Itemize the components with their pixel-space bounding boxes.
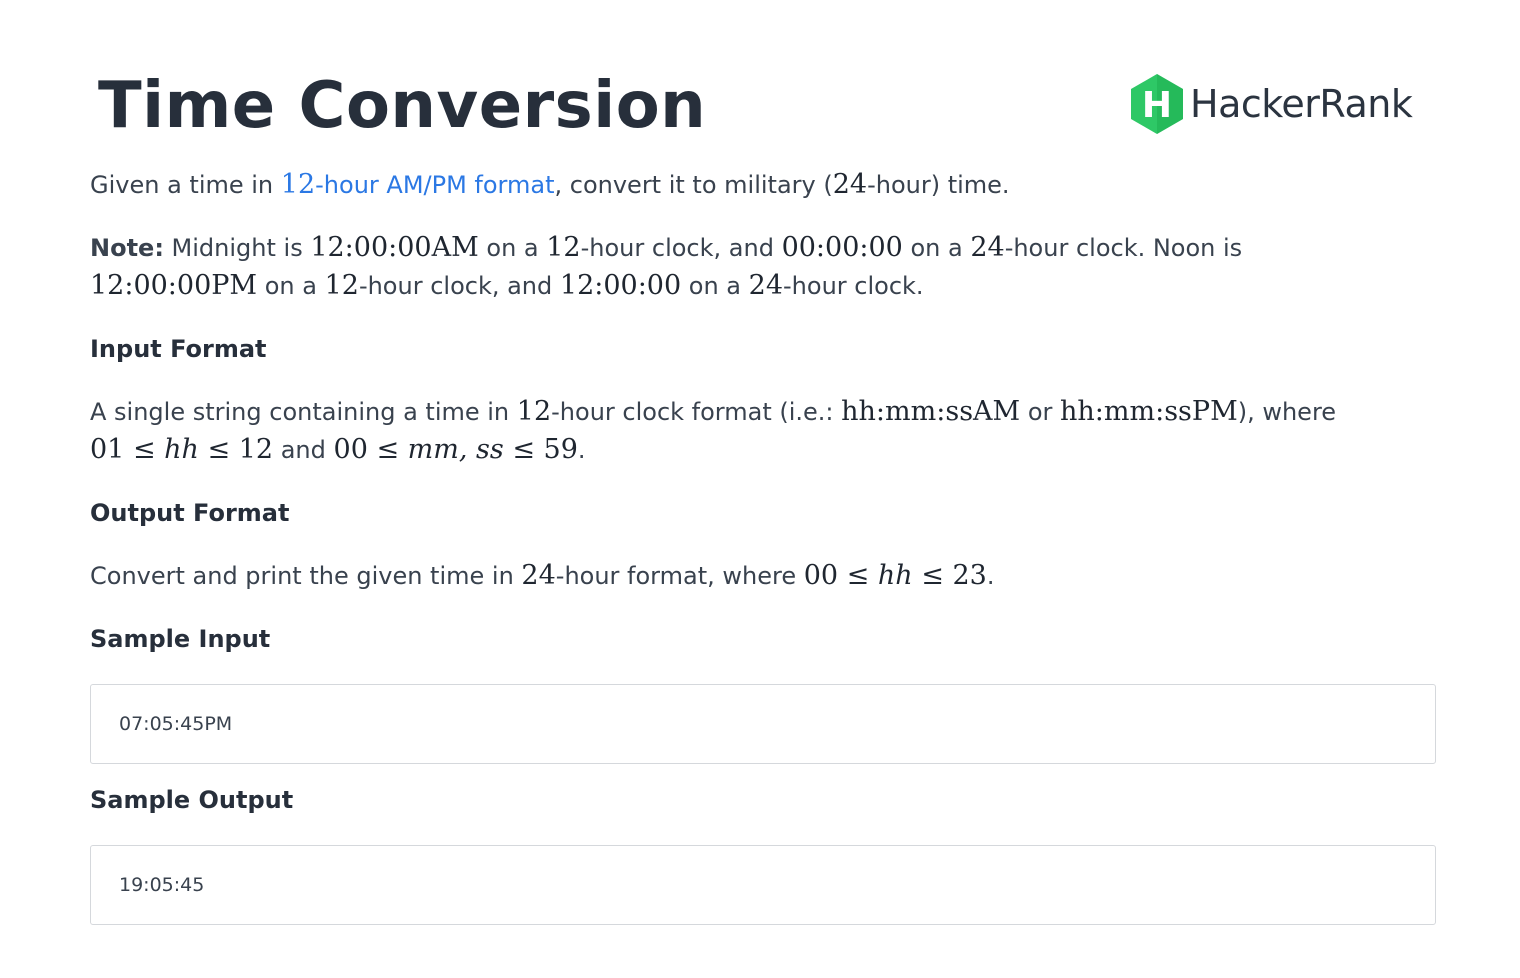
note-text: -hour clock, and — [580, 234, 782, 262]
output-text: Convert and print the given time in — [90, 562, 522, 590]
sample-input-box[interactable]: 07:05:45PM — [90, 684, 1436, 764]
math-variable: hh — [877, 560, 913, 591]
hackerrank-hex-icon: H — [1131, 74, 1183, 134]
note-text: on a — [902, 234, 971, 262]
input-text: -hour clock format (i.e.: — [551, 398, 842, 426]
input-text: and — [273, 436, 334, 464]
output-format-paragraph: Convert and print the given time in 24-h… — [90, 557, 1430, 595]
link-text: -hour AM/PM format — [315, 171, 555, 199]
note-paragraph: Note: Midnight is 12:00:00AM on a 12-hou… — [90, 229, 1430, 305]
math: 24 — [970, 232, 1005, 263]
math: 00 ≤ — [333, 434, 408, 465]
math: 24 — [748, 270, 784, 301]
note-text: -hour clock, and — [358, 272, 560, 300]
problem-page: Time Conversion H HackerRank Given a tim… — [0, 0, 1520, 978]
math: 12 — [546, 232, 581, 263]
math: 12 — [516, 396, 552, 427]
link-number: 12 — [280, 169, 316, 200]
output-format-heading: Output Format — [90, 499, 290, 527]
brand-name: HackerRank — [1190, 82, 1413, 126]
math: 12 — [324, 270, 359, 301]
input-format-heading: Input Format — [90, 335, 267, 363]
intro-text: , convert it to military ( — [554, 171, 833, 199]
math: ≤ 23 — [912, 560, 987, 591]
sample-input-value: 07:05:45PM — [119, 713, 233, 735]
output-text: . — [986, 562, 995, 590]
math-variable: hh — [164, 434, 199, 465]
math: ≤ 12 — [198, 434, 274, 465]
note-text: on a — [257, 272, 325, 300]
math: hh:mm:ssPM — [1060, 396, 1238, 427]
logo-letter: H — [1142, 85, 1172, 126]
note-text: -hour clock. Noon is — [1004, 234, 1243, 262]
hackerrank-logo[interactable]: H HackerRank — [1128, 72, 1413, 136]
sample-input-heading: Sample Input — [90, 625, 271, 653]
note-text: -hour clock. — [783, 272, 924, 300]
input-text: or — [1020, 398, 1061, 426]
math: 24 — [521, 560, 556, 591]
math: ≤ 59 — [503, 434, 578, 465]
math: 01 ≤ — [90, 434, 165, 465]
input-text: . — [577, 436, 586, 464]
math: 00:00:00 — [781, 232, 903, 263]
input-format-paragraph: A single string containing a time in 12-… — [90, 393, 1430, 469]
input-text: ), where — [1237, 398, 1337, 426]
sample-output-heading: Sample Output — [90, 786, 294, 814]
sample-output-value: 19:05:45 — [119, 874, 205, 896]
math: hh:mm:ssAM — [841, 396, 1021, 427]
note-text: on a — [681, 272, 749, 300]
math: 12:00:00AM — [310, 232, 479, 263]
note-text: on a — [478, 234, 547, 262]
math: 24 — [832, 169, 868, 200]
page-title: Time Conversion — [98, 69, 707, 143]
note-label: Note: — [90, 234, 164, 262]
input-text: A single string containing a time in — [90, 398, 517, 426]
intro-text: -hour) time. — [867, 171, 1010, 199]
sample-output-box[interactable]: 19:05:45 — [90, 845, 1436, 925]
note-text: Midnight is — [163, 234, 311, 262]
format-link[interactable]: 12-hour AM/PM format — [280, 169, 555, 200]
output-text: -hour format, where — [555, 562, 804, 590]
intro-text: Given a time in — [90, 171, 281, 199]
math: 00 ≤ — [803, 560, 878, 591]
math: 12:00:00 — [559, 270, 682, 301]
math-variable: mm, ss — [407, 434, 504, 465]
math: 12:00:00PM — [90, 270, 258, 301]
intro-paragraph: Given a time in 12-hour AM/PM format, co… — [90, 166, 1430, 204]
